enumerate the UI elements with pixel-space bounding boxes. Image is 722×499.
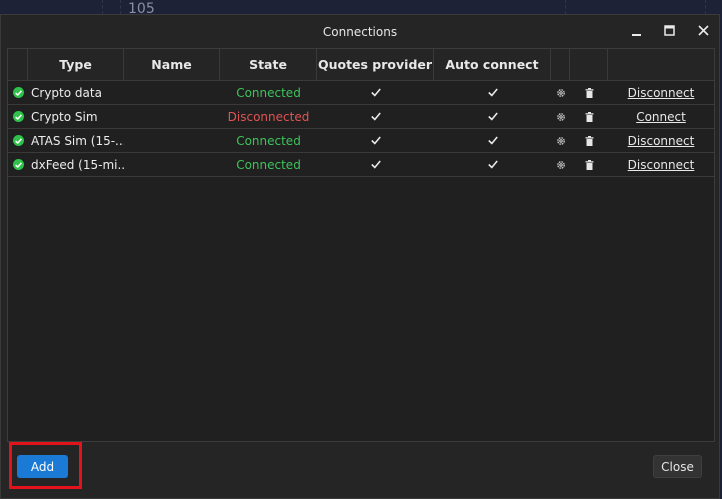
- checkbox-checked-icon[interactable]: [487, 87, 499, 99]
- name-cell[interactable]: [124, 153, 220, 176]
- trash-icon[interactable]: [570, 105, 608, 128]
- header-quotes-provider[interactable]: Quotes provider: [317, 49, 434, 80]
- status-indicator: [8, 153, 28, 176]
- check-circle-icon: [12, 111, 24, 122]
- quotes-provider-checkbox[interactable]: [317, 153, 434, 176]
- gear-icon[interactable]: [551, 129, 570, 152]
- close-icon[interactable]: [690, 19, 716, 41]
- action-link-label[interactable]: Disconnect: [628, 86, 695, 100]
- connections-table: Type Name State Quotes provider Auto con…: [7, 48, 715, 442]
- quotes-provider-checkbox[interactable]: [317, 105, 434, 128]
- checkbox-checked-icon[interactable]: [370, 135, 382, 147]
- header-action: [608, 49, 714, 80]
- trash-icon[interactable]: [570, 153, 608, 176]
- connections-dialog: Connections Type Name State Quotes provi…: [0, 14, 720, 499]
- gear-icon[interactable]: [551, 105, 570, 128]
- check-circle-icon: [12, 87, 24, 98]
- minimize-icon[interactable]: [623, 19, 649, 41]
- trash-icon[interactable]: [570, 129, 608, 152]
- connection-action-link[interactable]: Disconnect: [608, 81, 714, 104]
- trash-icon[interactable]: [570, 81, 608, 104]
- checkbox-checked-icon[interactable]: [370, 111, 382, 123]
- header-delete: [570, 49, 608, 80]
- check-circle-icon: [12, 135, 24, 146]
- checkbox-checked-icon[interactable]: [370, 159, 382, 171]
- table-row[interactable]: Crypto Sim Disconnected Connect: [8, 105, 714, 129]
- table-row[interactable]: Crypto data Connected Disconnect: [8, 81, 714, 105]
- close-button[interactable]: Close: [653, 455, 702, 478]
- status-indicator: [8, 81, 28, 104]
- add-button[interactable]: Add: [17, 455, 68, 478]
- state-cell: Connected: [236, 85, 301, 100]
- gear-icon[interactable]: [551, 81, 570, 104]
- dialog-title: Connections: [322, 25, 398, 39]
- action-link-label[interactable]: Disconnect: [628, 158, 695, 172]
- action-link-label[interactable]: Connect: [636, 110, 686, 124]
- header-auto-connect[interactable]: Auto connect: [434, 49, 551, 80]
- state-cell: Disconnected: [227, 109, 310, 124]
- check-circle-icon: [12, 159, 24, 170]
- auto-connect-checkbox[interactable]: [434, 105, 551, 128]
- connection-action-link[interactable]: Disconnect: [608, 129, 714, 152]
- title-bar[interactable]: Connections: [1, 15, 719, 47]
- state-cell: Connected: [236, 157, 301, 172]
- header-settings: [551, 49, 570, 80]
- table-header: Type Name State Quotes provider Auto con…: [8, 49, 714, 81]
- header-type[interactable]: Type: [28, 49, 124, 80]
- name-cell[interactable]: [124, 105, 220, 128]
- type-cell: Crypto data: [31, 85, 102, 100]
- connection-action-link[interactable]: Connect: [608, 105, 714, 128]
- table-row[interactable]: dxFeed (15-mi... Connected Disconnect: [8, 153, 714, 177]
- name-cell[interactable]: [124, 129, 220, 152]
- auto-connect-checkbox[interactable]: [434, 153, 551, 176]
- status-indicator: [8, 129, 28, 152]
- auto-connect-checkbox[interactable]: [434, 129, 551, 152]
- auto-connect-checkbox[interactable]: [434, 81, 551, 104]
- status-indicator: [8, 105, 28, 128]
- type-cell: dxFeed (15-mi...: [31, 157, 124, 172]
- header-state[interactable]: State: [220, 49, 317, 80]
- checkbox-checked-icon[interactable]: [487, 159, 499, 171]
- action-link-label[interactable]: Disconnect: [628, 134, 695, 148]
- quotes-provider-checkbox[interactable]: [317, 81, 434, 104]
- quotes-provider-checkbox[interactable]: [317, 129, 434, 152]
- gear-icon[interactable]: [551, 153, 570, 176]
- maximize-icon[interactable]: [656, 19, 682, 41]
- checkbox-checked-icon[interactable]: [487, 111, 499, 123]
- connection-action-link[interactable]: Disconnect: [608, 153, 714, 176]
- table-row[interactable]: ATAS Sim (15-... Connected Disconnect: [8, 129, 714, 153]
- type-cell: ATAS Sim (15-...: [31, 133, 124, 148]
- type-cell: Crypto Sim: [31, 109, 98, 124]
- header-name[interactable]: Name: [124, 49, 220, 80]
- checkbox-checked-icon[interactable]: [487, 135, 499, 147]
- checkbox-checked-icon[interactable]: [370, 87, 382, 99]
- state-cell: Connected: [236, 133, 301, 148]
- name-cell[interactable]: [124, 81, 220, 104]
- header-indicator: [8, 49, 28, 80]
